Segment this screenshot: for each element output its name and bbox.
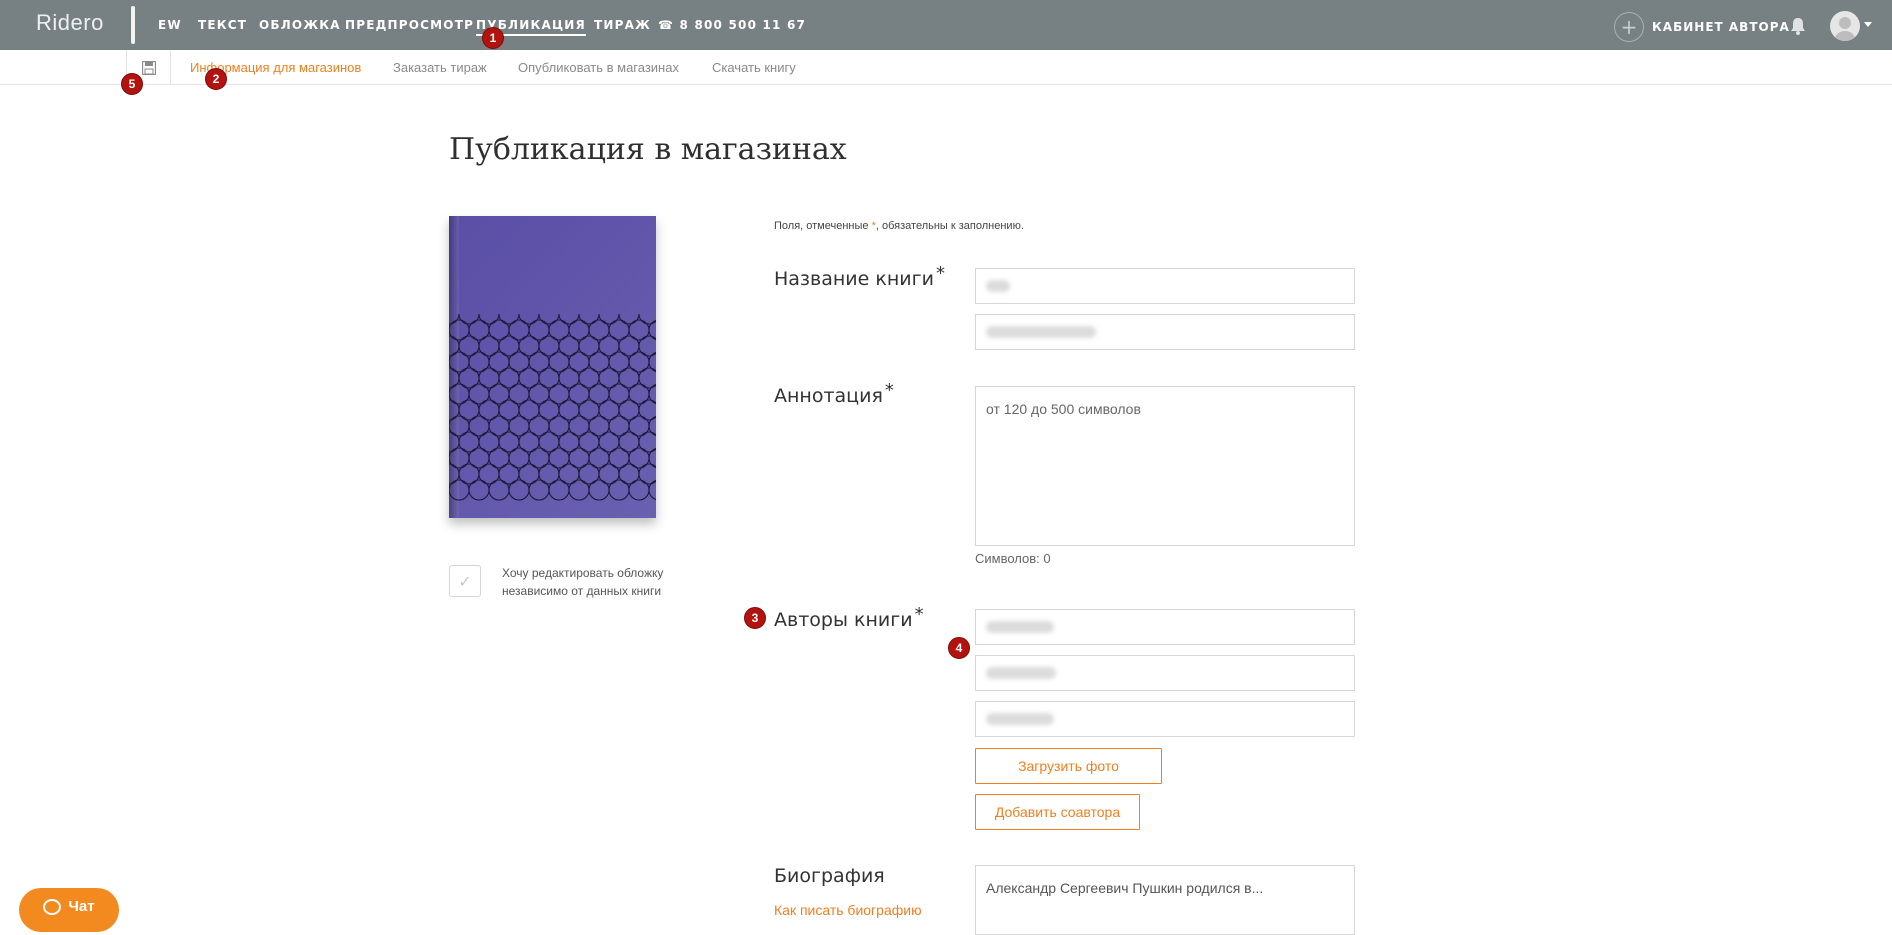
bell-icon[interactable] bbox=[1788, 16, 1808, 36]
ridero-logo[interactable]: Ridero bbox=[36, 10, 104, 36]
phone-text: 8 800 500 11 67 bbox=[679, 18, 807, 32]
annotation-badge-2: 2 bbox=[205, 68, 227, 90]
required-asterisk: * bbox=[884, 380, 894, 401]
book-title-input[interactable] bbox=[975, 268, 1355, 304]
annotation-textarea[interactable]: от 120 до 500 символов bbox=[975, 386, 1355, 546]
author-cabinet-label: КАБИНЕТ АВТОРА bbox=[1652, 20, 1790, 34]
note-prefix: Поля, отмеченные bbox=[774, 220, 872, 232]
chevron-down-icon[interactable] bbox=[1864, 22, 1872, 27]
biography-textarea[interactable]: Александр Сергеевич Пушкин родился в... bbox=[975, 865, 1355, 935]
annotation-label: Аннотация * bbox=[774, 380, 894, 407]
blurred-text bbox=[986, 326, 1096, 338]
chat-bubble-icon bbox=[43, 899, 62, 915]
authors-label: Авторы книги * bbox=[774, 604, 924, 631]
add-coauthor-button[interactable]: Добавить соавтора bbox=[975, 794, 1140, 830]
biography-help-link[interactable]: Как писать биографию bbox=[774, 902, 922, 918]
annotation-badge-1: 1 bbox=[482, 27, 504, 49]
cover-scale-pattern bbox=[449, 314, 656, 501]
author-cabinet-button[interactable]: + КАБИНЕТ АВТОРА bbox=[1614, 12, 1790, 42]
user-silhouette-icon bbox=[1835, 17, 1855, 41]
required-asterisk: * bbox=[914, 604, 924, 625]
chat-button[interactable]: Чат bbox=[19, 888, 119, 932]
nav-text[interactable]: ТЕКСТ bbox=[198, 18, 247, 32]
book-title-label: Название книги * bbox=[774, 263, 945, 290]
phone-icon: ☎ bbox=[658, 18, 680, 32]
edit-cover-checkbox[interactable]: ✓ bbox=[449, 565, 481, 597]
nav-preview[interactable]: ПРЕДПРОСМОТР bbox=[345, 18, 474, 32]
note-suffix: , обязательны к заполнению. bbox=[875, 220, 1024, 232]
blurred-text bbox=[986, 621, 1054, 633]
blurred-text bbox=[986, 713, 1054, 725]
logo-divider bbox=[131, 6, 135, 44]
required-asterisk: * bbox=[935, 263, 945, 284]
floppy-disk-icon bbox=[141, 60, 156, 75]
book-cover-preview[interactable] bbox=[449, 216, 656, 518]
plus-icon: + bbox=[1614, 12, 1644, 42]
annotation-badge-3: 3 bbox=[744, 607, 766, 629]
required-fields-note: Поля, отмеченные *, обязательны к заполн… bbox=[774, 220, 1024, 232]
tab-download-book[interactable]: Скачать книгу bbox=[712, 60, 796, 75]
blurred-text bbox=[986, 667, 1056, 679]
sub-navbar: Информация для магазинов Заказать тираж … bbox=[0, 50, 1892, 85]
top-navbar: Ridero EW ТЕКСТ ОБЛОЖКА ПРЕДПРОСМОТР ПУБ… bbox=[0, 0, 1892, 50]
author-last-name-input[interactable] bbox=[975, 609, 1355, 645]
book-title-label-text: Название книги bbox=[774, 268, 934, 290]
nav-cover[interactable]: ОБЛОЖКА bbox=[259, 18, 341, 32]
authors-label-text: Авторы книги bbox=[774, 609, 913, 631]
upload-photo-button[interactable]: Загрузить фото bbox=[975, 748, 1162, 784]
annotation-label-text: Аннотация bbox=[774, 385, 883, 407]
tab-publish-in-stores[interactable]: Опубликовать в магазинах bbox=[518, 60, 679, 75]
tab-order-print-run[interactable]: Заказать тираж bbox=[393, 60, 487, 75]
page-title: Публикация в магазинах bbox=[449, 132, 847, 167]
chat-label: Чат bbox=[68, 898, 95, 915]
nav-print-run[interactable]: ТИРАЖ bbox=[594, 18, 651, 32]
biography-label: Биография bbox=[774, 865, 885, 887]
blurred-text bbox=[986, 280, 1010, 292]
author-first-name-input[interactable] bbox=[975, 655, 1355, 691]
nav-ew[interactable]: EW bbox=[158, 18, 182, 32]
edit-cover-checkbox-label: Хочу редактировать обложку независимо от… bbox=[502, 566, 664, 598]
user-avatar[interactable] bbox=[1830, 11, 1860, 41]
annotation-badge-4: 4 bbox=[948, 637, 970, 659]
author-middle-name-input[interactable] bbox=[975, 701, 1355, 737]
annotation-char-counter: Символов: 0 bbox=[975, 551, 1051, 566]
book-subtitle-input[interactable] bbox=[975, 314, 1355, 350]
phone-number[interactable]: ☎ 8 800 500 11 67 bbox=[658, 18, 806, 32]
annotation-badge-5: 5 bbox=[121, 73, 143, 95]
